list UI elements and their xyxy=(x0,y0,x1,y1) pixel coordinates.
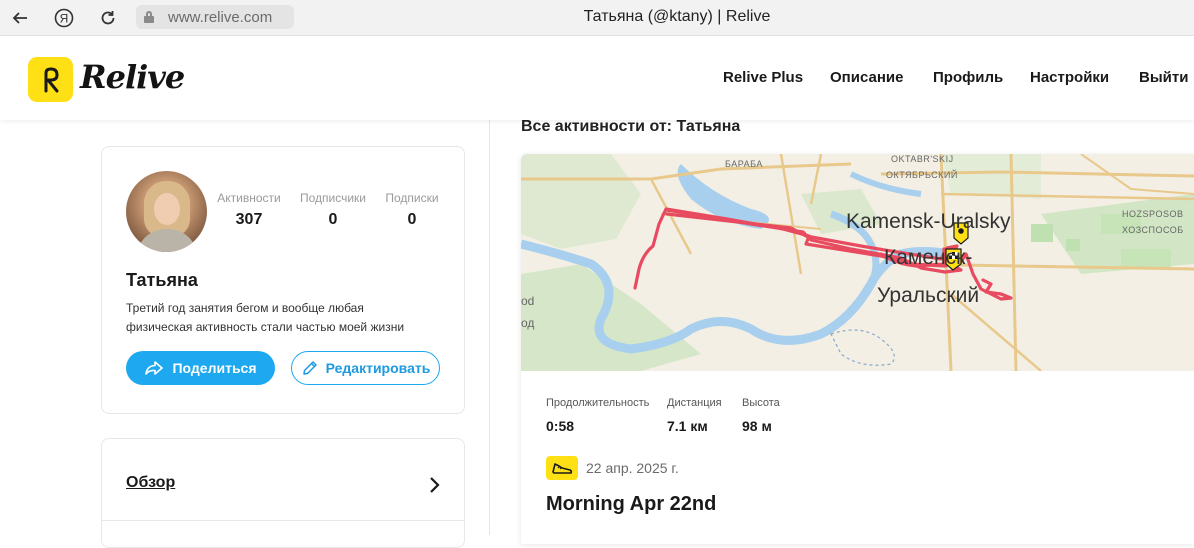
stat-label: Дистанция xyxy=(667,397,722,409)
edit-profile-button[interactable]: Редактировать xyxy=(291,351,440,385)
nav-relive-plus[interactable]: Relive Plus xyxy=(723,69,803,86)
stat-following[interactable]: Подписки 0 xyxy=(362,191,462,229)
stat-label: Высота xyxy=(742,397,780,409)
activity-date: 22 апр. 2025 г. xyxy=(586,460,679,476)
profile-card: Активности 307 Подписчики 0 Подписки 0 Т… xyxy=(101,146,465,414)
activity-stat-duration: Продолжительность 0:58 xyxy=(546,397,649,434)
nav-logout[interactable]: Выйти xyxy=(1139,69,1188,86)
share-icon xyxy=(145,361,164,375)
stat-label: Подписки xyxy=(385,191,439,205)
avatar[interactable] xyxy=(126,171,207,252)
stat-value: 7.1 км xyxy=(667,418,708,434)
nav-description[interactable]: Описание xyxy=(830,69,903,86)
chevron-right-icon[interactable] xyxy=(428,476,442,494)
nav-settings[interactable]: Настройки xyxy=(1030,69,1109,86)
nav-divider xyxy=(102,520,464,521)
map-label-oktyabr-cyr: ОКТЯБРЬСКИЙ xyxy=(886,169,958,180)
map-label-city-cyr-2: Уральский xyxy=(877,284,979,307)
edit-label: Редактировать xyxy=(325,360,431,376)
map-label-city-cyr-1: Каменск- xyxy=(884,246,972,269)
route-map[interactable]: БАРАБА OKTABR'SKIJ ОКТЯБРЬСКИЙ Kamensk-U… xyxy=(521,154,1194,371)
activity-stat-distance: Дистанция 7.1 км xyxy=(667,397,722,434)
map-label-hozsposob-cyr: ХОЗСПОСОБ xyxy=(1122,225,1184,235)
stat-value: 0:58 xyxy=(546,418,575,434)
share-label: Поделиться xyxy=(172,360,257,376)
nav-profile[interactable]: Профиль xyxy=(933,69,1003,86)
share-button[interactable]: Поделиться xyxy=(126,351,275,385)
map-label-edge-1: od xyxy=(521,294,534,308)
feed-heading: Все активности от: Татьяна xyxy=(521,118,741,135)
stat-value: 0 xyxy=(407,211,417,228)
map-label-hozsposob-lat: HOZSPOSOB xyxy=(1122,209,1184,219)
pencil-icon xyxy=(302,361,317,375)
page-tab-title: Татьяна (@ktany) | Relive xyxy=(583,8,771,25)
map-label-oktyabr-lat: OKTABR'SKIJ xyxy=(891,154,954,164)
activity-title[interactable]: Morning Apr 22nd xyxy=(546,493,716,516)
activity-card[interactable]: БАРАБА OKTABR'SKIJ ОКТЯБРЬСКИЙ Kamensk-U… xyxy=(521,154,1194,544)
site-header: Relive Relive Plus Описание Профиль Наст… xyxy=(0,36,1194,120)
stat-label: Продолжительность xyxy=(546,397,650,409)
column-divider xyxy=(489,120,490,535)
activity-stat-elevation: Высота 98 м xyxy=(742,397,780,434)
stat-value: 98 м xyxy=(742,418,772,434)
running-shoe-icon xyxy=(546,456,578,480)
nav-overview-link[interactable]: Обзор xyxy=(126,474,175,492)
profile-name: Татьяна xyxy=(126,270,198,290)
brand-wordmark[interactable]: Relive xyxy=(80,58,185,96)
browser-toolbar: Я www.relive.com Татьяна (@ktany) | Reli… xyxy=(0,0,1194,36)
map-label-edge-2: од xyxy=(521,316,534,330)
profile-nav-card: Обзор xyxy=(101,438,465,548)
map-label-city-lat: Kamensk-Uralsky xyxy=(846,210,1011,233)
relive-logo-icon[interactable] xyxy=(28,57,73,102)
map-label-baraba: БАРАБА xyxy=(725,159,763,169)
profile-bio: Третий год занятия бегом и вообще любая … xyxy=(126,301,405,334)
